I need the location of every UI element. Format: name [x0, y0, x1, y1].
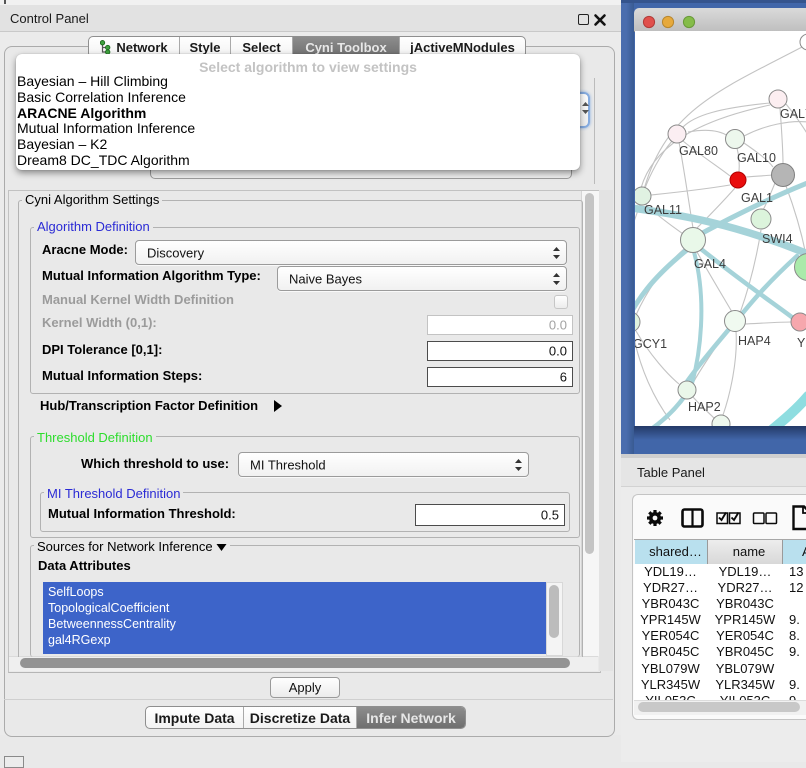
svg-text:GAL1: GAL1 — [741, 191, 773, 205]
svg-text:GCY1: GCY1 — [635, 337, 667, 351]
svg-text:GAL80: GAL80 — [679, 144, 718, 158]
svg-text:GAL10: GAL10 — [737, 151, 776, 165]
svg-text:HAP4: HAP4 — [738, 334, 771, 348]
svg-text:GAL4: GAL4 — [694, 257, 726, 271]
svg-text:GAL11: GAL11 — [644, 203, 682, 217]
svg-text:HAP2: HAP2 — [688, 400, 721, 414]
svg-text:GAL7: GAL7 — [780, 107, 806, 121]
svg-text:SWI4: SWI4 — [762, 232, 793, 246]
svg-text:YEL: YEL — [797, 336, 806, 350]
